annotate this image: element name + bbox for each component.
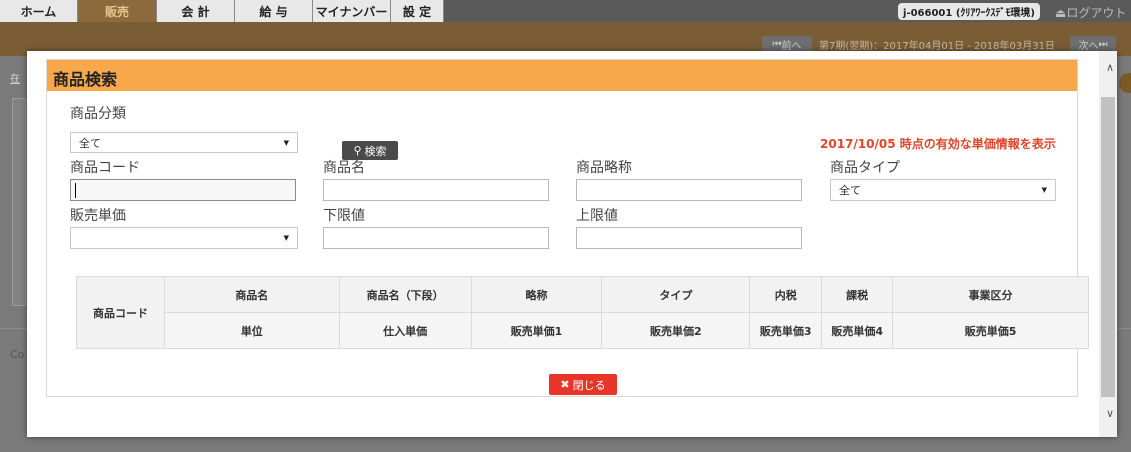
nav-tab-label: マイナンバー [315,4,388,19]
column-header-product-code[interactable]: 商品コード [76,276,165,349]
nav-tab-label: ホーム [20,4,57,19]
nav-tab-payroll[interactable]: 給 与 [235,0,313,22]
nav-tab-label: 会 計 [181,4,210,19]
nav-tab-accounting[interactable]: 会 計 [157,0,235,22]
next-period-label: 次へ [1078,40,1099,52]
column-header[interactable]: 仕入単価 [338,312,472,349]
column-header[interactable]: 商品名（下段） [338,276,472,313]
product-type-select[interactable]: 全て ▼ [830,179,1056,201]
product-type-select-value: 全て [839,184,861,197]
product-name-input[interactable] [323,179,549,201]
close-icon: ✖ [560,378,570,391]
results-table: 商品コード 商品名 商品名（下段） 略称 タイプ 内税 課税 事業区分 単位 仕… [76,276,1089,349]
product-name-label: 商品名 [323,160,365,176]
prev-period-button[interactable]: ⏮ 前へ [762,36,812,52]
text-caret [75,183,76,198]
close-button-label: 閉じる [572,378,606,392]
logout-label: ログアウト [1066,6,1127,20]
category-select[interactable]: 全て ▼ [70,132,298,153]
column-header[interactable]: 課税 [821,276,894,313]
dropdown-arrow-icon: ▼ [283,139,289,147]
column-header[interactable]: 販売単価3 [749,312,823,349]
background-link: 在 [10,74,20,85]
column-header[interactable]: 販売単価1 [470,312,603,349]
nav-tab-sales[interactable]: 販売 [78,0,157,22]
product-short-label: 商品略称 [576,160,632,176]
search-button-label: 検索 [364,144,387,158]
category-select-value: 全て [79,136,101,150]
eject-icon: ⏏ [1055,6,1067,20]
chevron-up-icon[interactable]: ∧ [1106,61,1114,74]
upper-limit-input[interactable] [576,227,802,249]
column-header[interactable]: 販売単価4 [821,312,894,349]
column-header[interactable]: 販売単価2 [601,312,751,349]
background-panel [12,98,26,306]
product-type-label: 商品タイプ [830,160,900,176]
search-icon: ⚲ [353,144,362,157]
nav-tab-settings[interactable]: 設 定 [391,0,444,22]
next-period-button[interactable]: 次へ ⏭ [1070,36,1116,52]
logout-link[interactable]: ⏏ログアウト [1055,4,1126,21]
table-header-row: 商品コード 商品名 商品名（下段） 略称 タイプ 内税 課税 事業区分 [76,276,1089,349]
prev-period-label: 前へ [781,40,802,52]
dropdown-arrow-icon: ▼ [1041,186,1047,194]
sales-price-label: 販売単価 [70,208,126,224]
nav-tab-label: 給 与 [259,4,288,19]
lower-limit-input[interactable] [323,227,549,249]
column-header[interactable]: 販売単価5 [892,312,1089,349]
column-header[interactable]: タイプ [601,276,751,313]
period-text: 第7期(翌期)：2017年04月01日 - 2018年03月31日 [819,41,1055,52]
top-nav: ホーム 販売 会 計 給 与 マイナンバー 設 定 j-066001 (ｸﾘｱﾜ… [0,0,1131,22]
price-date-note: 2017/10/05 時点の有効な単価情報を表示 [820,137,1056,151]
dialog-header: 商品検索 [47,60,1077,91]
sales-price-select[interactable]: ▼ [70,227,298,249]
product-search-dialog: 商品検索 商品分類 全て ▼ ⚲ 検索 2017/10/05 時点の有効な単価情… [46,59,1089,397]
user-badge[interactable]: j-066001 (ｸﾘｱﾜｰｸｽﾃﾞﾓ環境) [898,3,1040,20]
column-header[interactable]: 事業区分 [892,276,1089,313]
background-footer: Co [10,348,25,361]
modal-scrollbar[interactable]: ∧ ∨ [1099,51,1117,437]
skip-forward-icon: ⏭ [1098,38,1108,50]
category-label: 商品分類 [70,106,126,122]
column-header[interactable]: 商品名 [163,276,340,313]
column-header[interactable]: 略称 [470,276,603,313]
lower-limit-label: 下限値 [323,208,365,224]
upper-limit-label: 上限値 [576,208,618,224]
skip-back-icon: ⏮ [772,38,782,50]
dropdown-arrow-icon: ▼ [283,234,289,242]
close-button[interactable]: ✖ 閉じる [549,374,617,395]
column-header[interactable]: 内税 [749,276,823,313]
dialog-title: 商品検索 [53,70,118,89]
nav-tab-home[interactable]: ホーム [0,0,78,22]
product-code-label: 商品コード [70,160,140,176]
nav-tab-mynumber[interactable]: マイナンバー [313,0,391,22]
table-header-row: 単位 仕入単価 販売単価1 販売単価2 販売単価3 販売単価4 販売単価5 [77,312,1089,349]
background-tab [1119,73,1131,93]
nav-tab-label: 販売 [104,4,129,19]
nav-tab-label: 設 定 [402,4,432,19]
product-search-modal: 商品検索 商品分類 全て ▼ ⚲ 検索 2017/10/05 時点の有効な単価情… [27,51,1117,437]
column-header[interactable]: 単位 [163,312,340,349]
scrollbar-thumb[interactable] [1101,97,1115,397]
chevron-down-icon[interactable]: ∨ [1106,407,1114,420]
product-short-input[interactable] [576,179,802,201]
product-code-input[interactable] [70,179,296,201]
